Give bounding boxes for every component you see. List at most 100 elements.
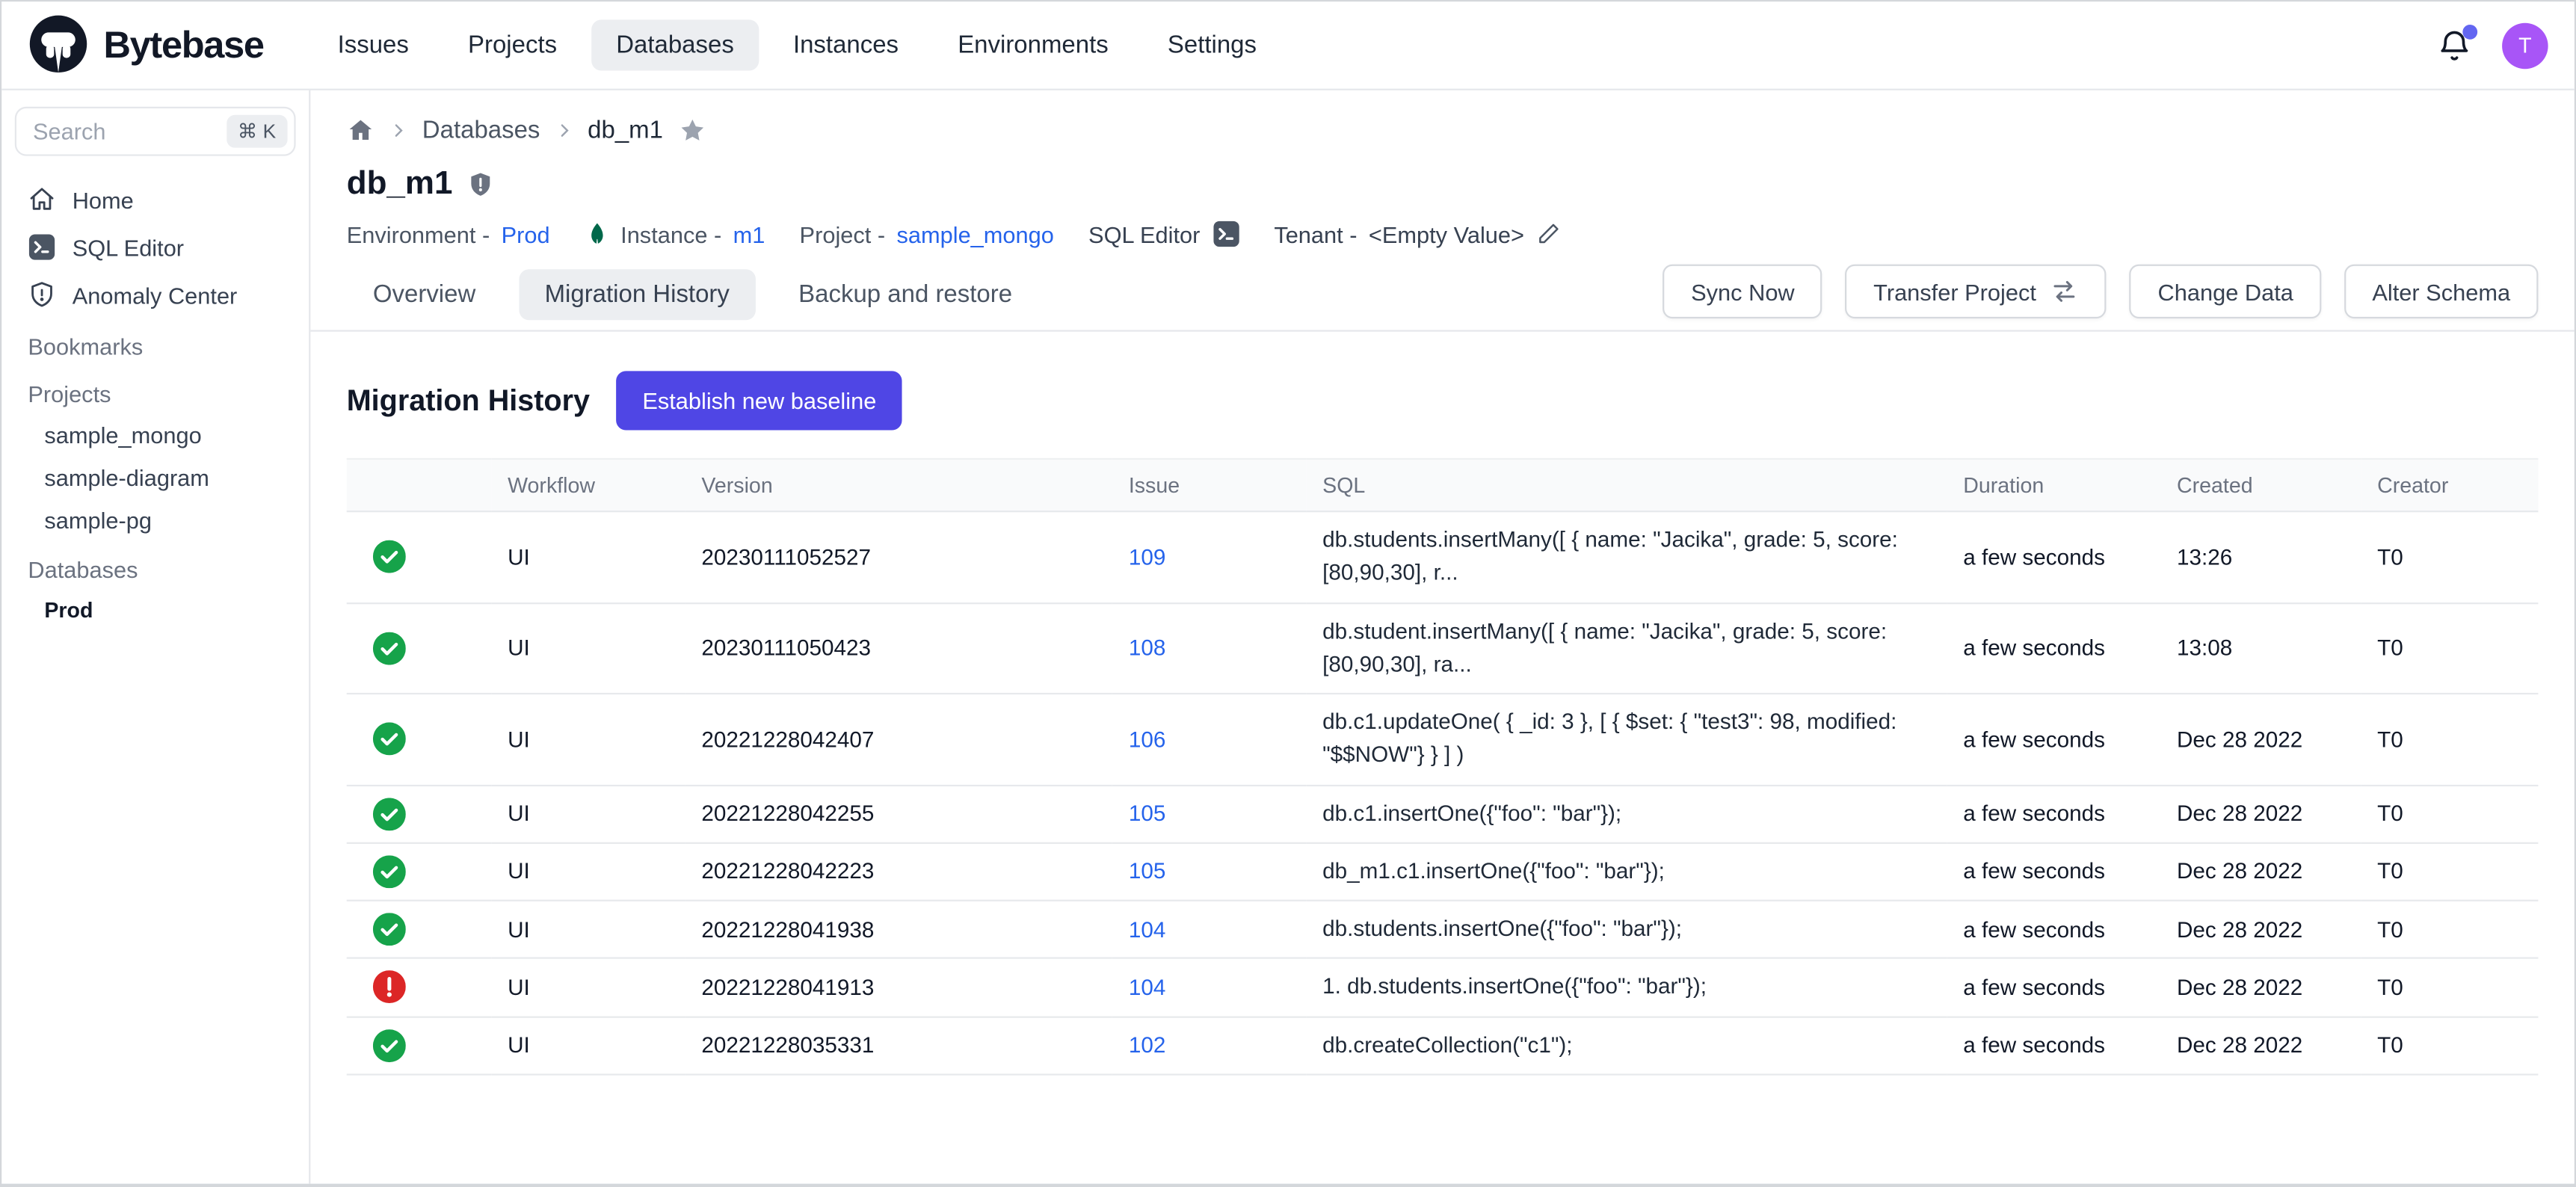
bytebase-logo-icon [28, 15, 88, 75]
page-title-row: db_m1 [347, 166, 2539, 204]
home-icon [28, 185, 55, 213]
created-cell: Dec 28 2022 [2160, 1017, 2361, 1074]
duration-cell: a few seconds [1947, 694, 2160, 785]
notification-dot [2462, 24, 2477, 39]
sql-editor-icon[interactable] [1212, 220, 1239, 247]
success-icon [373, 913, 475, 946]
version-cell: 20230111050423 [685, 602, 1112, 694]
issue-link[interactable]: 105 [1129, 860, 1166, 884]
nav-item-databases[interactable]: Databases [591, 19, 759, 70]
created-cell: Dec 28 2022 [2160, 694, 2361, 785]
version-cell: 20230111052527 [685, 511, 1112, 602]
status-cell [347, 958, 491, 1016]
breadcrumb-databases[interactable]: Databases [422, 117, 540, 144]
nav-item-settings[interactable]: Settings [1143, 19, 1281, 70]
issue-link[interactable]: 106 [1129, 727, 1166, 751]
sidebar-section-bookmarks: Bookmarks [15, 318, 296, 366]
search-shortcut: ⌘ K [227, 115, 288, 148]
sql-cell: db.students.insertOne({"foo": "bar"}); [1306, 901, 1947, 958]
table-row[interactable]: UI20230111050423108db.student.insertMany… [347, 602, 2539, 694]
sidebar-section-projects: Projects [15, 366, 296, 414]
sql-cell: db.createCollection("c1"); [1306, 1017, 1947, 1074]
alter-schema-button[interactable]: Alter Schema [2344, 265, 2538, 318]
table-row[interactable]: UI202212280419131041. db.students.insert… [347, 958, 2539, 1016]
column-header-SQL: SQL [1306, 459, 1947, 511]
transfer-project-button[interactable]: Transfer Project [1846, 265, 2107, 318]
avatar[interactable]: T [2502, 22, 2548, 68]
issue-link[interactable]: 104 [1129, 975, 1166, 999]
issue-link[interactable]: 102 [1129, 1033, 1166, 1058]
issue-cell: 105 [1112, 842, 1306, 900]
change-data-button[interactable]: Change Data [2130, 265, 2321, 318]
duration-cell: a few seconds [1947, 511, 2160, 602]
sidebar-item-sample-diagram[interactable]: sample-diagram [15, 457, 296, 499]
success-icon [373, 1029, 475, 1061]
nav-item-issues[interactable]: Issues [313, 19, 434, 70]
tenant-value: <Empty Value> [1369, 221, 1524, 247]
status-cell [347, 511, 491, 602]
project-link[interactable]: sample_mongo [896, 221, 1053, 247]
sql-cell: db.c1.updateOne( { _id: 3 }, [ { $set: {… [1306, 694, 1947, 785]
sql-editor-icon [28, 233, 55, 261]
column-header-Issue: Issue [1112, 459, 1306, 511]
table-row[interactable]: UI20230111052527109db.students.insertMan… [347, 511, 2539, 602]
issue-cell: 104 [1112, 901, 1306, 958]
issue-link[interactable]: 109 [1129, 545, 1166, 570]
sync-now-button[interactable]: Sync Now [1663, 265, 1822, 318]
nav-item-projects[interactable]: Projects [443, 19, 582, 70]
star-icon[interactable] [678, 117, 706, 144]
creator-cell: T0 [2361, 901, 2538, 958]
sidebar-item-anomaly-center[interactable]: Anomaly Center [15, 271, 296, 318]
issue-link[interactable]: 105 [1129, 801, 1166, 826]
issue-link[interactable]: 104 [1129, 917, 1166, 942]
notification-bell-icon[interactable] [2436, 27, 2472, 63]
duration-cell: a few seconds [1947, 785, 2160, 842]
establish-baseline-button[interactable]: Establish new baseline [616, 371, 902, 430]
home-icon[interactable] [347, 117, 375, 144]
issue-link[interactable]: 108 [1129, 636, 1166, 661]
bytebase-logo[interactable]: Bytebase [28, 15, 263, 75]
sidebar-item-sample-pg[interactable]: sample-pg [15, 499, 296, 542]
instance-link[interactable]: m1 [733, 221, 765, 247]
nav-item-instances[interactable]: Instances [768, 19, 923, 70]
button-label: Transfer Project [1873, 278, 2036, 304]
issue-cell: 102 [1112, 1017, 1306, 1074]
sidebar-item-prod[interactable]: Prod [15, 590, 296, 631]
column-header-Created: Created [2160, 459, 2361, 511]
created-cell: Dec 28 2022 [2160, 958, 2361, 1016]
duration-cell: a few seconds [1947, 958, 2160, 1016]
sidebar: ⌘ K HomeSQL EditorAnomaly Center Bookmar… [1, 90, 310, 1184]
sql-cell: 1. db.students.insertOne({"foo": "bar"})… [1306, 958, 1947, 1016]
sidebar-section-databases: Databases [15, 542, 296, 590]
nav-item-environments[interactable]: Environments [933, 19, 1133, 70]
version-cell: 20221228042255 [685, 785, 1112, 842]
table-row[interactable]: UI20221228042255 105 db.c1.insertOne({"foo… [347, 785, 2539, 842]
action-buttons: Sync Now Transfer Project Change Data Alter… [1663, 265, 2539, 318]
workflow-cell: UI [491, 785, 685, 842]
table-row[interactable]: UI20221228042407106db.c1.updateOne( { _i… [347, 694, 2539, 785]
tab-migration-history[interactable]: Migration History [518, 269, 756, 320]
tab-overview[interactable]: Overview [347, 269, 502, 320]
pencil-icon[interactable] [1535, 222, 1560, 247]
workflow-cell: UI [491, 602, 685, 694]
sidebar-item-sql-editor[interactable]: SQL Editor [15, 223, 296, 271]
created-cell: Dec 28 2022 [2160, 842, 2361, 900]
workflow-cell: UI [491, 842, 685, 900]
creator-cell: T0 [2361, 602, 2538, 694]
table-row[interactable]: UI20221228041938104db.students.insertOne… [347, 901, 2539, 958]
button-label: Sync Now [1691, 278, 1795, 304]
sidebar-item-home[interactable]: Home [15, 176, 296, 223]
environment-link[interactable]: Prod [502, 221, 550, 247]
transfer-arrows-icon [2051, 277, 2079, 305]
creator-cell: T0 [2361, 1017, 2538, 1074]
sidebar-item-sample_mongo[interactable]: sample_mongo [15, 413, 296, 456]
status-cell [347, 785, 491, 842]
table-row[interactable]: UI20221228035331102db.createCollection("… [347, 1017, 2539, 1074]
tab-backup-and-restore[interactable]: Backup and restore [772, 269, 1038, 320]
search-input[interactable] [33, 118, 227, 144]
table-row[interactable]: UI20221228042223105db_m1.c1.insertOne({"… [347, 842, 2539, 900]
sql-cell: db.c1.insertOne({"foo": "bar"}); [1306, 785, 1947, 842]
database-meta: Environment - Prod Instance - m1 Project… [347, 220, 2539, 247]
error-icon [373, 971, 475, 1004]
created-cell: Dec 28 2022 [2160, 785, 2361, 842]
